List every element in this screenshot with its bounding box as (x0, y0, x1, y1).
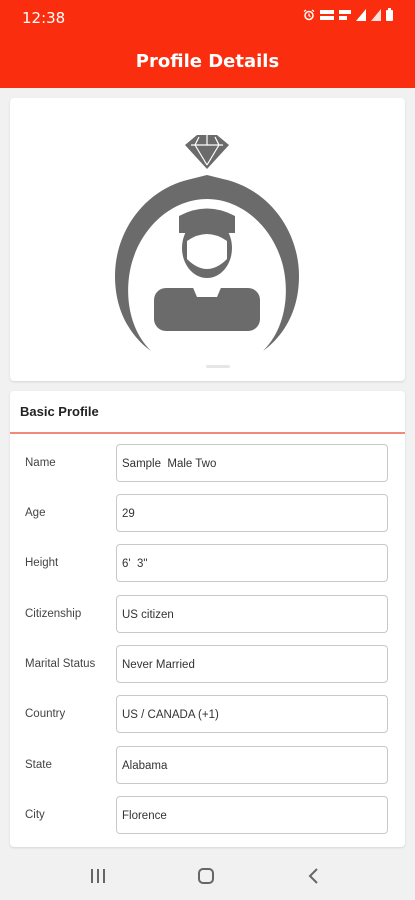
back-icon[interactable] (302, 864, 326, 888)
height-field[interactable]: 6' 3" (116, 544, 388, 582)
city-field[interactable]: Florence (116, 796, 388, 834)
field-label: City (25, 809, 45, 821)
field-label: Age (25, 507, 46, 519)
profile-row-country: Country US / CANADA (+1) (10, 695, 405, 735)
field-label: Height (25, 557, 59, 569)
carousel-indicator (206, 365, 230, 368)
field-value: Florence (122, 810, 167, 822)
battery-icon (386, 8, 393, 26)
home-icon[interactable] (194, 864, 218, 888)
status-bar: 12:38 (0, 0, 415, 34)
profile-row-city: City Florence (10, 796, 405, 836)
field-value: US / CANADA (+1) (122, 709, 219, 721)
recent-apps-icon[interactable] (86, 864, 110, 888)
profile-photo-card (10, 98, 405, 381)
section-header: Basic Profile (10, 391, 405, 434)
state-field[interactable]: Alabama (116, 746, 388, 784)
profile-row-citizenship: Citizenship US citizen (10, 595, 405, 635)
citizenship-field[interactable]: US citizen (116, 595, 388, 633)
field-label: Citizenship (25, 608, 82, 620)
status-icons (303, 8, 393, 26)
volte-icon (339, 8, 351, 26)
field-value: 6' 3" (122, 558, 148, 570)
profile-row-age: Age 29 (10, 494, 405, 534)
profile-row-height: Height 6' 3" (10, 544, 405, 584)
marital-status-field[interactable]: Never Married (116, 645, 388, 683)
field-label: Country (25, 708, 66, 720)
country-field[interactable]: US / CANADA (+1) (116, 695, 388, 733)
status-time: 12:38 (22, 9, 66, 27)
field-value: 29 (122, 508, 135, 520)
app-bar: Profile Details (0, 34, 415, 88)
section-title: Basic Profile (20, 404, 99, 419)
basic-profile-card: Basic Profile Name Sample Male Two Age 2… (10, 391, 405, 847)
field-label: Name (25, 457, 56, 469)
field-value: Sample Male Two (122, 458, 217, 470)
alarm-icon (303, 8, 315, 26)
ring-avatar-placeholder-icon[interactable] (107, 131, 307, 356)
field-value: Never Married (122, 659, 195, 671)
field-value: Alabama (122, 760, 168, 772)
signal-icon (356, 8, 366, 26)
field-value: US citizen (122, 609, 174, 621)
profile-row-state: State Alabama (10, 746, 405, 786)
page-title: Profile Details (135, 51, 280, 72)
field-label: State (25, 759, 52, 771)
profile-row-name: Name Sample Male Two (10, 444, 405, 484)
name-field[interactable]: Sample Male Two (116, 444, 388, 482)
field-label: Marital Status (25, 658, 96, 670)
system-navigation-bar (0, 852, 415, 900)
signal-icon (371, 8, 381, 26)
age-field[interactable]: 29 (116, 494, 388, 532)
profile-row-marital-status: Marital Status Never Married (10, 645, 405, 685)
lte-icon (320, 8, 334, 26)
